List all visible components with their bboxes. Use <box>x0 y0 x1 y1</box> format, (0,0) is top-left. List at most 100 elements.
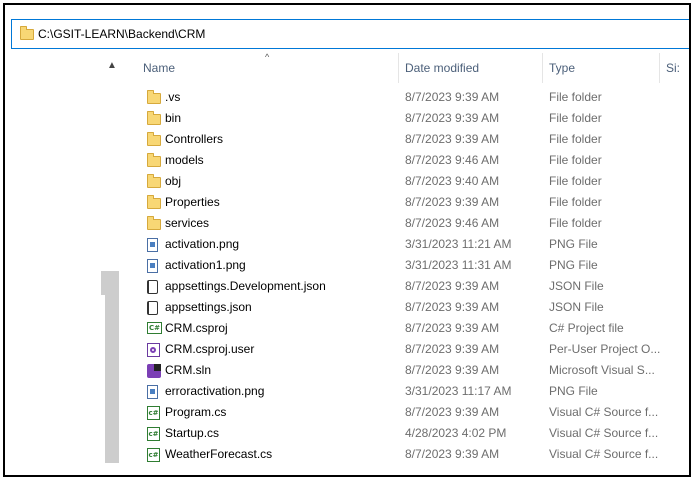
file-row[interactable]: activation1.png 3/31/2023 11:31 AM PNG Fil… <box>137 255 689 276</box>
file-date-modified: 3/31/2023 11:31 AM <box>405 258 512 272</box>
file-row[interactable]: activation.png 3/31/2023 11:21 AM PNG File <box>137 234 689 255</box>
file-date-modified: 3/31/2023 11:17 AM <box>405 384 512 398</box>
file-date-modified: 8/7/2023 9:39 AM <box>405 195 500 209</box>
file-name: Controllers <box>165 132 224 146</box>
column-type-header[interactable]: Type <box>543 53 575 83</box>
file-name: Program.cs <box>165 405 227 419</box>
folder-icon <box>147 174 161 188</box>
file-name: appsettings.Development.json <box>165 279 326 293</box>
folder-icon <box>147 132 161 146</box>
file-type: Microsoft Visual S... <box>549 363 655 377</box>
file-date-modified: 8/7/2023 9:39 AM <box>405 363 500 377</box>
file-date-modified: 8/7/2023 9:40 AM <box>405 174 500 188</box>
file-name: Startup.cs <box>165 426 220 440</box>
file-type: PNG File <box>549 258 598 272</box>
file-type: File folder <box>549 90 602 104</box>
file-date-modified: 8/7/2023 9:39 AM <box>405 132 500 146</box>
file-type: Per-User Project O... <box>549 342 661 356</box>
file-date-modified: 8/7/2023 9:39 AM <box>405 321 500 335</box>
json-file-icon <box>147 280 158 294</box>
file-row[interactable]: C# CRM.csproj 8/7/2023 9:39 AM C# Project f… <box>137 318 689 339</box>
file-date-modified: 8/7/2023 9:39 AM <box>405 90 500 104</box>
folder-icon <box>147 153 161 167</box>
column-size-header[interactable]: Si: <box>660 53 680 83</box>
file-name: services <box>165 216 210 230</box>
scrollbar-thumb[interactable] <box>105 271 119 463</box>
file-name: .vs <box>165 90 181 104</box>
csharp-file-icon: c# <box>147 448 160 462</box>
solution-file-icon <box>147 364 161 378</box>
file-name: WeatherForecast.cs <box>165 447 273 461</box>
file-row[interactable]: c# Program.cs 8/7/2023 9:39 AM Visual C# So… <box>137 402 689 423</box>
column-date-header[interactable]: Date modified <box>399 53 479 83</box>
file-row[interactable]: Controllers 8/7/2023 9:39 AM File folder <box>137 129 689 150</box>
scroll-up-arrow-icon[interactable]: ▲ <box>107 61 117 71</box>
file-type: Visual C# Source f... <box>549 447 659 461</box>
file-name: activation.png <box>165 237 240 251</box>
address-path: C:\GSIT-LEARN\Backend\CRM <box>38 27 206 41</box>
file-date-modified: 8/7/2023 9:39 AM <box>405 405 500 419</box>
file-type: PNG File <box>549 384 598 398</box>
file-row[interactable]: .vs 8/7/2023 9:39 AM File folder <box>137 87 689 108</box>
file-date-modified: 8/7/2023 9:39 AM <box>405 342 500 356</box>
csharp-file-icon: c# <box>147 406 160 420</box>
file-row[interactable]: c# WeatherForecast.cs 8/7/2023 9:39 AM Visu… <box>137 444 689 465</box>
user-file-icon <box>147 343 160 357</box>
file-row[interactable]: erroractivation.png 3/31/2023 11:17 AM PNG… <box>137 381 689 402</box>
file-date-modified: 8/7/2023 9:46 AM <box>405 153 500 167</box>
json-file-icon <box>147 301 158 315</box>
file-date-modified: 8/7/2023 9:46 AM <box>405 216 500 230</box>
file-row[interactable]: obj 8/7/2023 9:40 AM File folder <box>137 171 689 192</box>
folder-icon <box>147 90 161 104</box>
file-explorer-window: C:\GSIT-LEARN\Backend\CRM ▲ ^ Name Date … <box>3 3 691 477</box>
file-name: Properties <box>165 195 220 209</box>
file-row[interactable]: bin 8/7/2023 9:39 AM File folder <box>137 108 689 129</box>
file-type: JSON File <box>549 300 604 314</box>
column-header: ^ Name Date modified Type Si: <box>137 52 689 83</box>
nav-pane-scrollbar[interactable]: ▲ <box>101 53 123 475</box>
folder-icon <box>20 25 34 40</box>
file-name: CRM.csproj <box>165 321 228 335</box>
file-name: appsettings.json <box>165 300 252 314</box>
file-date-modified: 8/7/2023 9:39 AM <box>405 111 500 125</box>
file-row[interactable]: CRM.csproj.user 8/7/2023 9:39 AM Per-User … <box>137 339 689 360</box>
file-row[interactable]: Properties 8/7/2023 9:39 AM File folder <box>137 192 689 213</box>
file-name: models <box>165 153 204 167</box>
file-type: File folder <box>549 153 602 167</box>
file-date-modified: 4/28/2023 4:02 PM <box>405 426 507 440</box>
file-date-modified: 8/7/2023 9:39 AM <box>405 447 500 461</box>
file-name: activation1.png <box>165 258 246 272</box>
file-row[interactable]: models 8/7/2023 9:46 AM File folder <box>137 150 689 171</box>
file-list: .vs 8/7/2023 9:39 AM File folder bin 8/7/202… <box>137 87 689 465</box>
file-row[interactable]: CRM.sln 8/7/2023 9:39 AM Microsoft Visual … <box>137 360 689 381</box>
file-type: PNG File <box>549 237 598 251</box>
file-type: JSON File <box>549 279 604 293</box>
file-date-modified: 8/7/2023 9:39 AM <box>405 279 500 293</box>
folder-icon <box>147 195 161 209</box>
address-bar[interactable]: C:\GSIT-LEARN\Backend\CRM <box>11 19 689 49</box>
column-name-header[interactable]: Name <box>137 53 175 83</box>
csproj-file-icon: C# <box>147 322 162 334</box>
file-name: obj <box>165 174 182 188</box>
file-type: Visual C# Source f... <box>549 426 659 440</box>
file-row[interactable]: services 8/7/2023 9:46 AM File folder <box>137 213 689 234</box>
file-row[interactable]: c# Startup.cs 4/28/2023 4:02 PM Visual C# S… <box>137 423 689 444</box>
folder-icon <box>147 216 161 230</box>
file-date-modified: 8/7/2023 9:39 AM <box>405 300 500 314</box>
file-type: File folder <box>549 174 602 188</box>
file-name: CRM.sln <box>165 363 212 377</box>
file-row[interactable]: appsettings.Development.json 8/7/2023 9:3… <box>137 276 689 297</box>
file-name: CRM.csproj.user <box>165 342 255 356</box>
sort-ascending-icon: ^ <box>265 52 270 62</box>
file-name: erroractivation.png <box>165 384 265 398</box>
file-row[interactable]: appsettings.json 8/7/2023 9:39 AM JSON Fil… <box>137 297 689 318</box>
file-type: File folder <box>549 132 602 146</box>
file-date-modified: 3/31/2023 11:21 AM <box>405 237 512 251</box>
image-file-icon <box>147 385 158 399</box>
file-name: bin <box>165 111 182 125</box>
folder-icon <box>147 111 161 125</box>
file-type: File folder <box>549 195 602 209</box>
file-type: File folder <box>549 216 602 230</box>
file-type: File folder <box>549 111 602 125</box>
image-file-icon <box>147 238 158 252</box>
